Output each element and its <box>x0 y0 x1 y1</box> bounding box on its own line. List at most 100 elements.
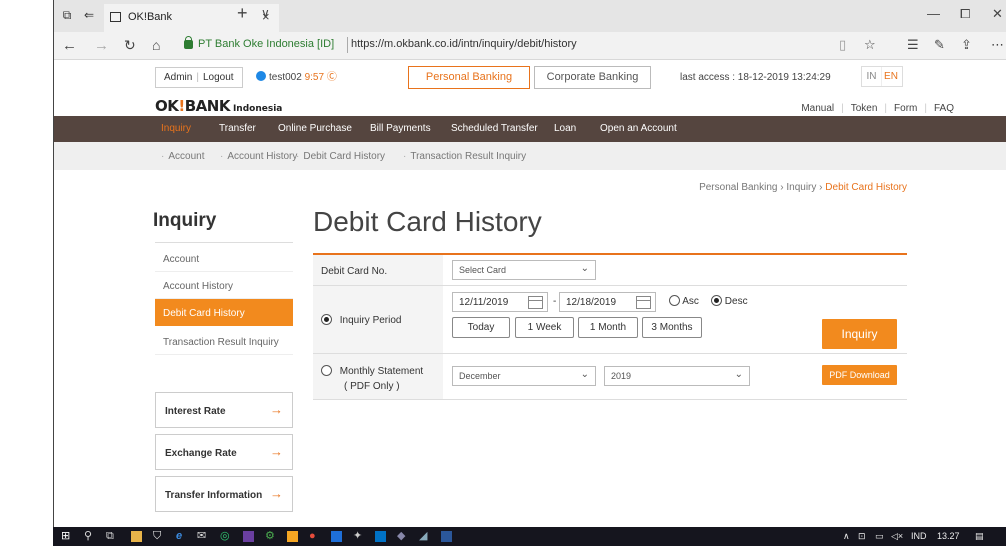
sort-desc[interactable]: Desc <box>711 295 748 307</box>
refresh-icon[interactable]: ↻ <box>124 37 136 54</box>
sidebar-item-transaction-result[interactable]: Transaction Result Inquiry <box>155 328 293 355</box>
share-icon[interactable]: ⇪ <box>961 37 972 53</box>
mail-icon[interactable]: ✉ <box>197 530 206 543</box>
search-icon[interactable]: ⚲ <box>84 530 92 543</box>
network-tray-icon[interactable]: ⊡ <box>858 531 866 542</box>
url-text[interactable]: https://m.okbank.co.id/intn/inquiry/debi… <box>351 38 577 50</box>
clock[interactable]: 13.27 <box>937 531 960 541</box>
nav-scheduled-transfer[interactable]: Scheduled Transfer <box>451 123 538 134</box>
edge-icon[interactable]: e <box>176 530 182 543</box>
set-aside-tabs-icon[interactable]: ⇐ <box>82 9 96 21</box>
tab-dropdown-icon[interactable]: ∨ <box>261 6 270 20</box>
reading-view-icon[interactable]: ▯ <box>839 37 846 53</box>
home-icon[interactable]: ⌂ <box>152 37 160 53</box>
one-week-button[interactable]: 1 Week <box>515 317 574 338</box>
lang-en-button[interactable]: EN <box>881 67 900 86</box>
admin-link[interactable]: Admin <box>164 72 192 83</box>
personal-banking-tab[interactable]: Personal Banking <box>408 66 530 89</box>
sidebar-item-debit-card-history[interactable]: Debit Card History <box>155 299 293 326</box>
store-icon[interactable]: ⛉ <box>153 530 161 543</box>
exchange-rate-box[interactable]: Exchange Rate → <box>155 434 293 470</box>
visual-studio-icon[interactable] <box>243 531 254 542</box>
okbank-logo[interactable]: OK!BANK Indonesia <box>155 97 282 115</box>
new-tab-button[interactable]: + <box>237 3 248 24</box>
corporate-banking-tab[interactable]: Corporate Banking <box>534 66 651 89</box>
tool-icon[interactable]: ✦ <box>353 530 362 543</box>
three-months-button[interactable]: 3 Months <box>642 317 702 338</box>
desc-radio[interactable] <box>711 295 722 306</box>
app-icon[interactable]: ◎ <box>220 530 230 543</box>
action-center-icon[interactable]: ▤ <box>975 531 984 542</box>
subnav-debit-card-history[interactable]: Debit Card History <box>296 151 385 162</box>
favorites-hub-icon[interactable]: ☰ <box>907 37 919 53</box>
subnav-transaction-result[interactable]: Transaction Result Inquiry <box>403 151 526 162</box>
form-link[interactable]: Form <box>894 103 917 114</box>
period-radio[interactable] <box>321 314 332 325</box>
sidebar-item-account-history[interactable]: Account History <box>155 272 293 299</box>
asc-radio[interactable] <box>669 295 680 306</box>
monthly-radio[interactable] <box>321 365 332 376</box>
today-button[interactable]: Today <box>452 317 510 338</box>
manual-link[interactable]: Manual <box>801 103 834 114</box>
lang-in-button[interactable]: IN <box>862 67 881 86</box>
task-view-icon[interactable]: ⧉ <box>106 530 114 543</box>
app2-icon[interactable]: ◢ <box>419 530 427 543</box>
interest-rate-box[interactable]: Interest Rate → <box>155 392 293 428</box>
ie-icon[interactable] <box>331 531 342 542</box>
subnav-account[interactable]: Account <box>161 151 204 162</box>
outlook-icon[interactable] <box>375 531 386 542</box>
year-select[interactable]: 2019 ⌄ <box>604 366 750 386</box>
favorite-star-icon[interactable]: ☆ <box>864 37 876 53</box>
url-field[interactable]: PT Bank Oke Indonesia [ID] https://m.okb… <box>184 35 919 57</box>
nav-transfer[interactable]: Transfer <box>219 123 256 134</box>
inquiry-button[interactable]: Inquiry <box>822 319 897 349</box>
site-header: Admin | Logout test002 9:57 Ⓒ Personal Ban… <box>54 60 1006 116</box>
tray-chevron-icon[interactable]: ∧ <box>843 531 850 542</box>
minimize-icon[interactable]: — <box>927 6 940 21</box>
close-window-icon[interactable]: ✕ <box>992 6 1003 22</box>
card-select[interactable]: Select Card ⌄ <box>452 260 596 280</box>
sidebar-item-account[interactable]: Account <box>155 245 293 272</box>
maximize-icon[interactable]: ⧠ <box>960 6 970 22</box>
calendar-icon[interactable] <box>528 296 543 309</box>
start-icon[interactable]: ⊞ <box>61 530 70 543</box>
token-link[interactable]: Token <box>851 103 878 114</box>
nav-bill-payments[interactable]: Bill Payments <box>370 123 431 134</box>
sticky-notes-icon[interactable] <box>287 531 298 542</box>
sort-asc[interactable]: Asc <box>669 295 699 307</box>
browser-tab[interactable]: OK!Bank × <box>104 4 279 32</box>
date-from-input[interactable]: 12/11/2019 <box>452 292 548 312</box>
nav-inquiry[interactable]: Inquiry <box>161 123 191 134</box>
volume-tray-icon[interactable]: ◁× <box>891 531 903 542</box>
transfer-information-box[interactable]: Transfer Information → <box>155 476 293 512</box>
forward-icon[interactable]: → <box>94 37 109 54</box>
notes-icon[interactable]: ✎ <box>934 37 945 53</box>
battery-tray-icon[interactable]: ▭ <box>875 531 884 542</box>
logout-link[interactable]: Logout <box>203 72 234 83</box>
back-icon[interactable]: ← <box>62 37 77 54</box>
nav-open-account[interactable]: Open an Account <box>600 123 677 134</box>
session-extend-icon[interactable]: Ⓒ <box>327 72 337 83</box>
sidebar-title: Inquiry <box>153 210 217 231</box>
subnav-account-history[interactable]: Account History <box>220 151 297 162</box>
certificate-label[interactable]: PT Bank Oke Indonesia [ID] <box>198 38 334 50</box>
word-icon[interactable] <box>441 531 452 542</box>
tab-preview-icon[interactable]: ⧉ <box>60 9 74 21</box>
nav-loan[interactable]: Loan <box>554 123 576 134</box>
file-explorer-icon[interactable] <box>131 531 142 542</box>
crumb-inquiry[interactable]: Inquiry <box>786 182 816 193</box>
network-app-icon[interactable]: ⚙ <box>265 530 275 543</box>
faq-link[interactable]: FAQ <box>934 103 954 114</box>
one-month-button[interactable]: 1 Month <box>578 317 638 338</box>
utility-links: Manual | Token | Form | FAQ <box>801 103 954 114</box>
nav-online-purchase[interactable]: Online Purchase <box>278 123 352 134</box>
more-icon[interactable]: ⋯ <box>991 37 1004 53</box>
language-indicator[interactable]: IND <box>911 531 927 541</box>
paint-icon[interactable]: ◆ <box>397 530 405 543</box>
chrome-icon[interactable]: ● <box>309 530 316 543</box>
crumb-personal-banking[interactable]: Personal Banking <box>699 182 777 193</box>
date-to-input[interactable]: 12/18/2019 <box>559 292 656 312</box>
pdf-download-button[interactable]: PDF Download <box>822 365 897 385</box>
calendar-icon[interactable] <box>636 296 651 309</box>
month-select[interactable]: December ⌄ <box>452 366 596 386</box>
